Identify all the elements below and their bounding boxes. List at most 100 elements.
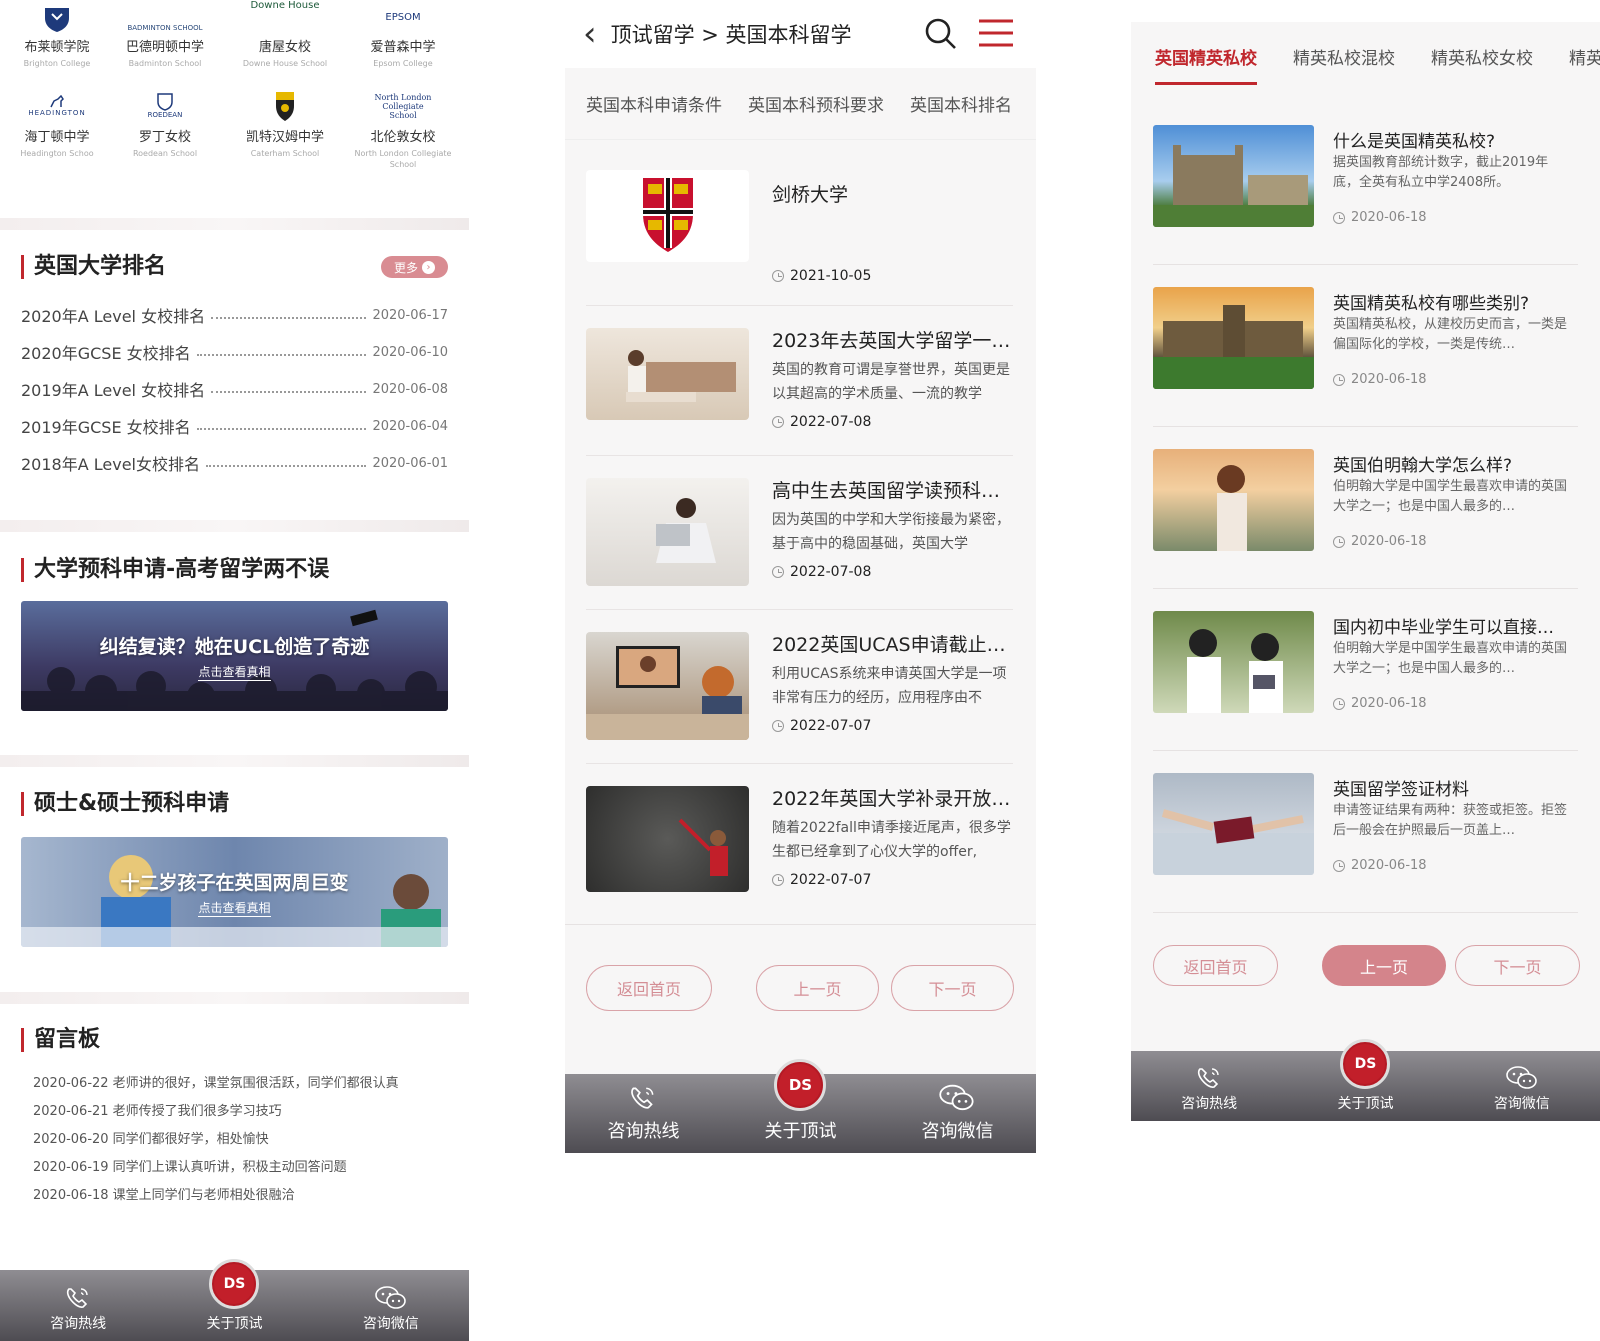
article-title: 高中生去英国留学读预科…: [772, 480, 1001, 502]
school-item[interactable]: ROEDEAN 罗丁女校 Roedean School: [110, 90, 220, 159]
article-item[interactable]: 英国伯明翰大学怎么样? 伯明翰大学是中国学生最喜欢申请的英国大学之一；也是中国人…: [1153, 449, 1578, 589]
article-date: 2020-06-18: [1333, 372, 1427, 387]
school-item[interactable]: HEADINGTON 海丁顿中学 Headington Schoo: [2, 90, 112, 159]
tab-boys[interactable]: 精英私校男校: [1569, 44, 1600, 69]
article-item[interactable]: 国内初中毕业学生可以直接… 伯明翰大学是中国学生最喜欢申请的英国大学之一；也是中…: [1153, 611, 1578, 751]
tab-elite-private[interactable]: 英国精英私校: [1155, 44, 1257, 85]
ranking-row[interactable]: 2019年A Level 女校排名 2020-06-08: [21, 378, 448, 400]
article-item[interactable]: 英国留学签证材料 申请签证结果有两种：获签或拒签。拒签后一般会在护照最后一页盖上…: [1153, 773, 1578, 913]
article-desc: 随着2022fall申请季接近尾声，很多学生都已经拿到了心仪大学的offer,: [772, 820, 1011, 860]
more-button[interactable]: 更多 ›: [381, 256, 448, 278]
college-photo: [1153, 305, 1314, 389]
tab-coed[interactable]: 精英私校混校: [1293, 44, 1395, 69]
headington-logo: HEADINGTON: [2, 90, 112, 122]
school-item[interactable]: North London Collegiate School 北伦敦女校 Nor…: [348, 90, 458, 170]
tab-hotline[interactable]: 咨询热线: [566, 1083, 721, 1143]
tab-wechat[interactable]: 咨询微信: [1444, 1065, 1599, 1113]
date-text: 2022-07-07: [790, 718, 872, 734]
tab-label: 咨询热线: [1181, 1096, 1238, 1112]
banner-title: 纠结复读？她在UCL创造了奇迹: [99, 635, 370, 658]
bottom-tabbar: 咨询热线 DS 关于顶试 咨询微信: [1131, 1039, 1600, 1121]
date-text: 2022-07-08: [790, 414, 872, 430]
tab-wechat[interactable]: 咨询微信: [880, 1083, 1035, 1143]
dotted-leader: [206, 459, 367, 467]
ranking-row[interactable]: 2018年A Level女校排名 2020-06-01: [21, 452, 448, 474]
next-page-button[interactable]: 下一页: [1455, 945, 1580, 986]
master-banner[interactable]: 十二岁孩子在英国两周巨变 点击查看真相: [21, 837, 448, 947]
tab-about[interactable]: DS 关于顶试: [723, 1059, 878, 1143]
tab-foundation-requirements[interactable]: 英国本科预科要求: [748, 91, 884, 116]
article-date: 2022-07-07: [772, 718, 871, 734]
roedean-logo: ROEDEAN: [110, 90, 220, 122]
passport-photo: [1153, 809, 1314, 875]
ranking-row[interactable]: 2019年GCSE 女校排名 2020-06-04: [21, 415, 448, 437]
school-name: 北伦敦女校: [370, 130, 436, 145]
tab-label: 关于顶试: [206, 1316, 263, 1332]
article-thumbnail: [586, 478, 749, 586]
clock-icon: [1333, 211, 1345, 224]
school-item[interactable]: EPSOM 爱普森中学 Epsom College: [348, 0, 458, 69]
prev-page-button[interactable]: 上一页: [1322, 945, 1446, 986]
prev-page-button[interactable]: 上一页: [756, 965, 879, 1011]
logo-text: BADMINTON SCHOOL: [127, 24, 203, 32]
epsom-logo: EPSOM: [348, 0, 458, 32]
article-thumbnail: [1153, 449, 1314, 551]
brighton-crest-icon: [2, 0, 112, 32]
cambridge-crest-icon: [643, 178, 693, 252]
tab-hotline[interactable]: 咨询热线: [1, 1285, 156, 1333]
menu-icon[interactable]: [977, 18, 1015, 48]
ranking-label: 2018年A Level女校排名: [21, 455, 200, 474]
category-tabs: 英国精英私校 精英私校混校 精英私校女校 精英私校男校: [1131, 22, 1600, 90]
tab-rankings[interactable]: 英国本科排名: [910, 91, 1012, 116]
article-thumbnail: [1153, 773, 1314, 875]
video-call-photo: [586, 646, 749, 740]
divider: [0, 755, 469, 767]
clock-icon: [772, 874, 784, 886]
tab-hotline[interactable]: 咨询热线: [1132, 1065, 1287, 1113]
ranking-row[interactable]: 2020年GCSE 女校排名 2020-06-10: [21, 341, 448, 363]
article-item[interactable]: 剑桥大学 2021-10-05: [586, 140, 1013, 306]
message-item: 2020-06-21 老师传授了我们很多学习技巧: [33, 1104, 282, 1119]
article-item[interactable]: 2022年英国大学补录开放… 随着2022fall申请季接近尾声，很多学生都已经…: [586, 764, 1013, 924]
date-text: 2020-06-18: [1351, 210, 1427, 225]
article-thumbnail: [1153, 125, 1314, 227]
article-item[interactable]: 英国精英私校有哪些类别? 英国精英私校，从建校历史而言，一类是偏国际化的学校，一…: [1153, 287, 1578, 427]
search-icon[interactable]: [923, 16, 959, 52]
school-item[interactable]: Downe House 唐屋女校 Downe House School: [230, 0, 340, 69]
next-page-button[interactable]: 下一页: [891, 965, 1014, 1011]
article-thumbnail: [586, 170, 749, 262]
date-text: 2020-06-18: [1351, 534, 1427, 549]
back-arrow-icon[interactable]: ‹: [583, 17, 597, 51]
clock-icon: [1333, 697, 1345, 710]
clock-icon: [1333, 373, 1345, 386]
dotted-leader: [196, 348, 367, 356]
article-item[interactable]: 2023年去英国大学留学一… 英国的教育可谓是享誉世界，英国更是以其超高的学术质…: [586, 306, 1013, 456]
school-name: 巴德明顿中学: [125, 40, 204, 55]
tab-about[interactable]: DS 关于顶试: [1288, 1039, 1443, 1113]
tab-about[interactable]: DS 关于顶试: [157, 1259, 312, 1333]
home-button[interactable]: 返回首页: [586, 965, 712, 1011]
school-logo-grid: 布莱顿学院 Brighton College BADMINTON SCHOOL …: [0, 0, 469, 218]
chevron-right-icon: ›: [422, 260, 435, 274]
prep-banner[interactable]: 纠结复读？她在UCL创造了奇迹 点击查看真相: [21, 601, 448, 711]
tab-apply-conditions[interactable]: 英国本科申请条件: [586, 91, 722, 116]
school-name: 罗丁女校: [138, 130, 191, 145]
article-item[interactable]: 高中生去英国留学读预科… 因为英国的中学和大学衔接最为紧密，基于高中的稳固基础，…: [586, 456, 1013, 610]
tab-wechat[interactable]: 咨询微信: [313, 1285, 468, 1333]
banner-subtitle: 点击查看真相: [198, 900, 271, 917]
tab-girls[interactable]: 精英私校女校: [1431, 44, 1533, 69]
teacher-photo: [678, 818, 728, 876]
article-item[interactable]: 2022英国UCAS申请截止… 利用UCAS系统来申请英国大学是一项非常有压力的…: [586, 610, 1013, 764]
header-bar: ‹ 顶试留学 > 英国本科留学: [565, 0, 1036, 68]
article-title: 2023年去英国大学留学一…: [772, 330, 1011, 352]
ranking-row[interactable]: 2020年A Level 女校排名 2020-06-17: [21, 304, 448, 326]
home-panel: 布莱顿学院 Brighton College BADMINTON SCHOOL …: [0, 0, 469, 1341]
school-item[interactable]: 凯特汉姆中学 Caterham School: [230, 90, 340, 159]
school-name-en: Caterham School: [250, 149, 320, 158]
article-desc: 申请签证结果有两种：获签或拒签。拒签后一般会在护照最后一页盖上…: [1333, 803, 1568, 838]
school-item[interactable]: 布莱顿学院 Brighton College: [2, 0, 112, 69]
article-title: 英国留学签证材料: [1333, 780, 1469, 800]
home-button[interactable]: 返回首页: [1153, 945, 1278, 986]
school-item[interactable]: BADMINTON SCHOOL 巴德明顿中学 Badminton School: [110, 0, 220, 69]
article-item[interactable]: 什么是英国精英私校? 据英国教育部统计数字，截止2019年底，全英有私立中学24…: [1153, 125, 1578, 265]
